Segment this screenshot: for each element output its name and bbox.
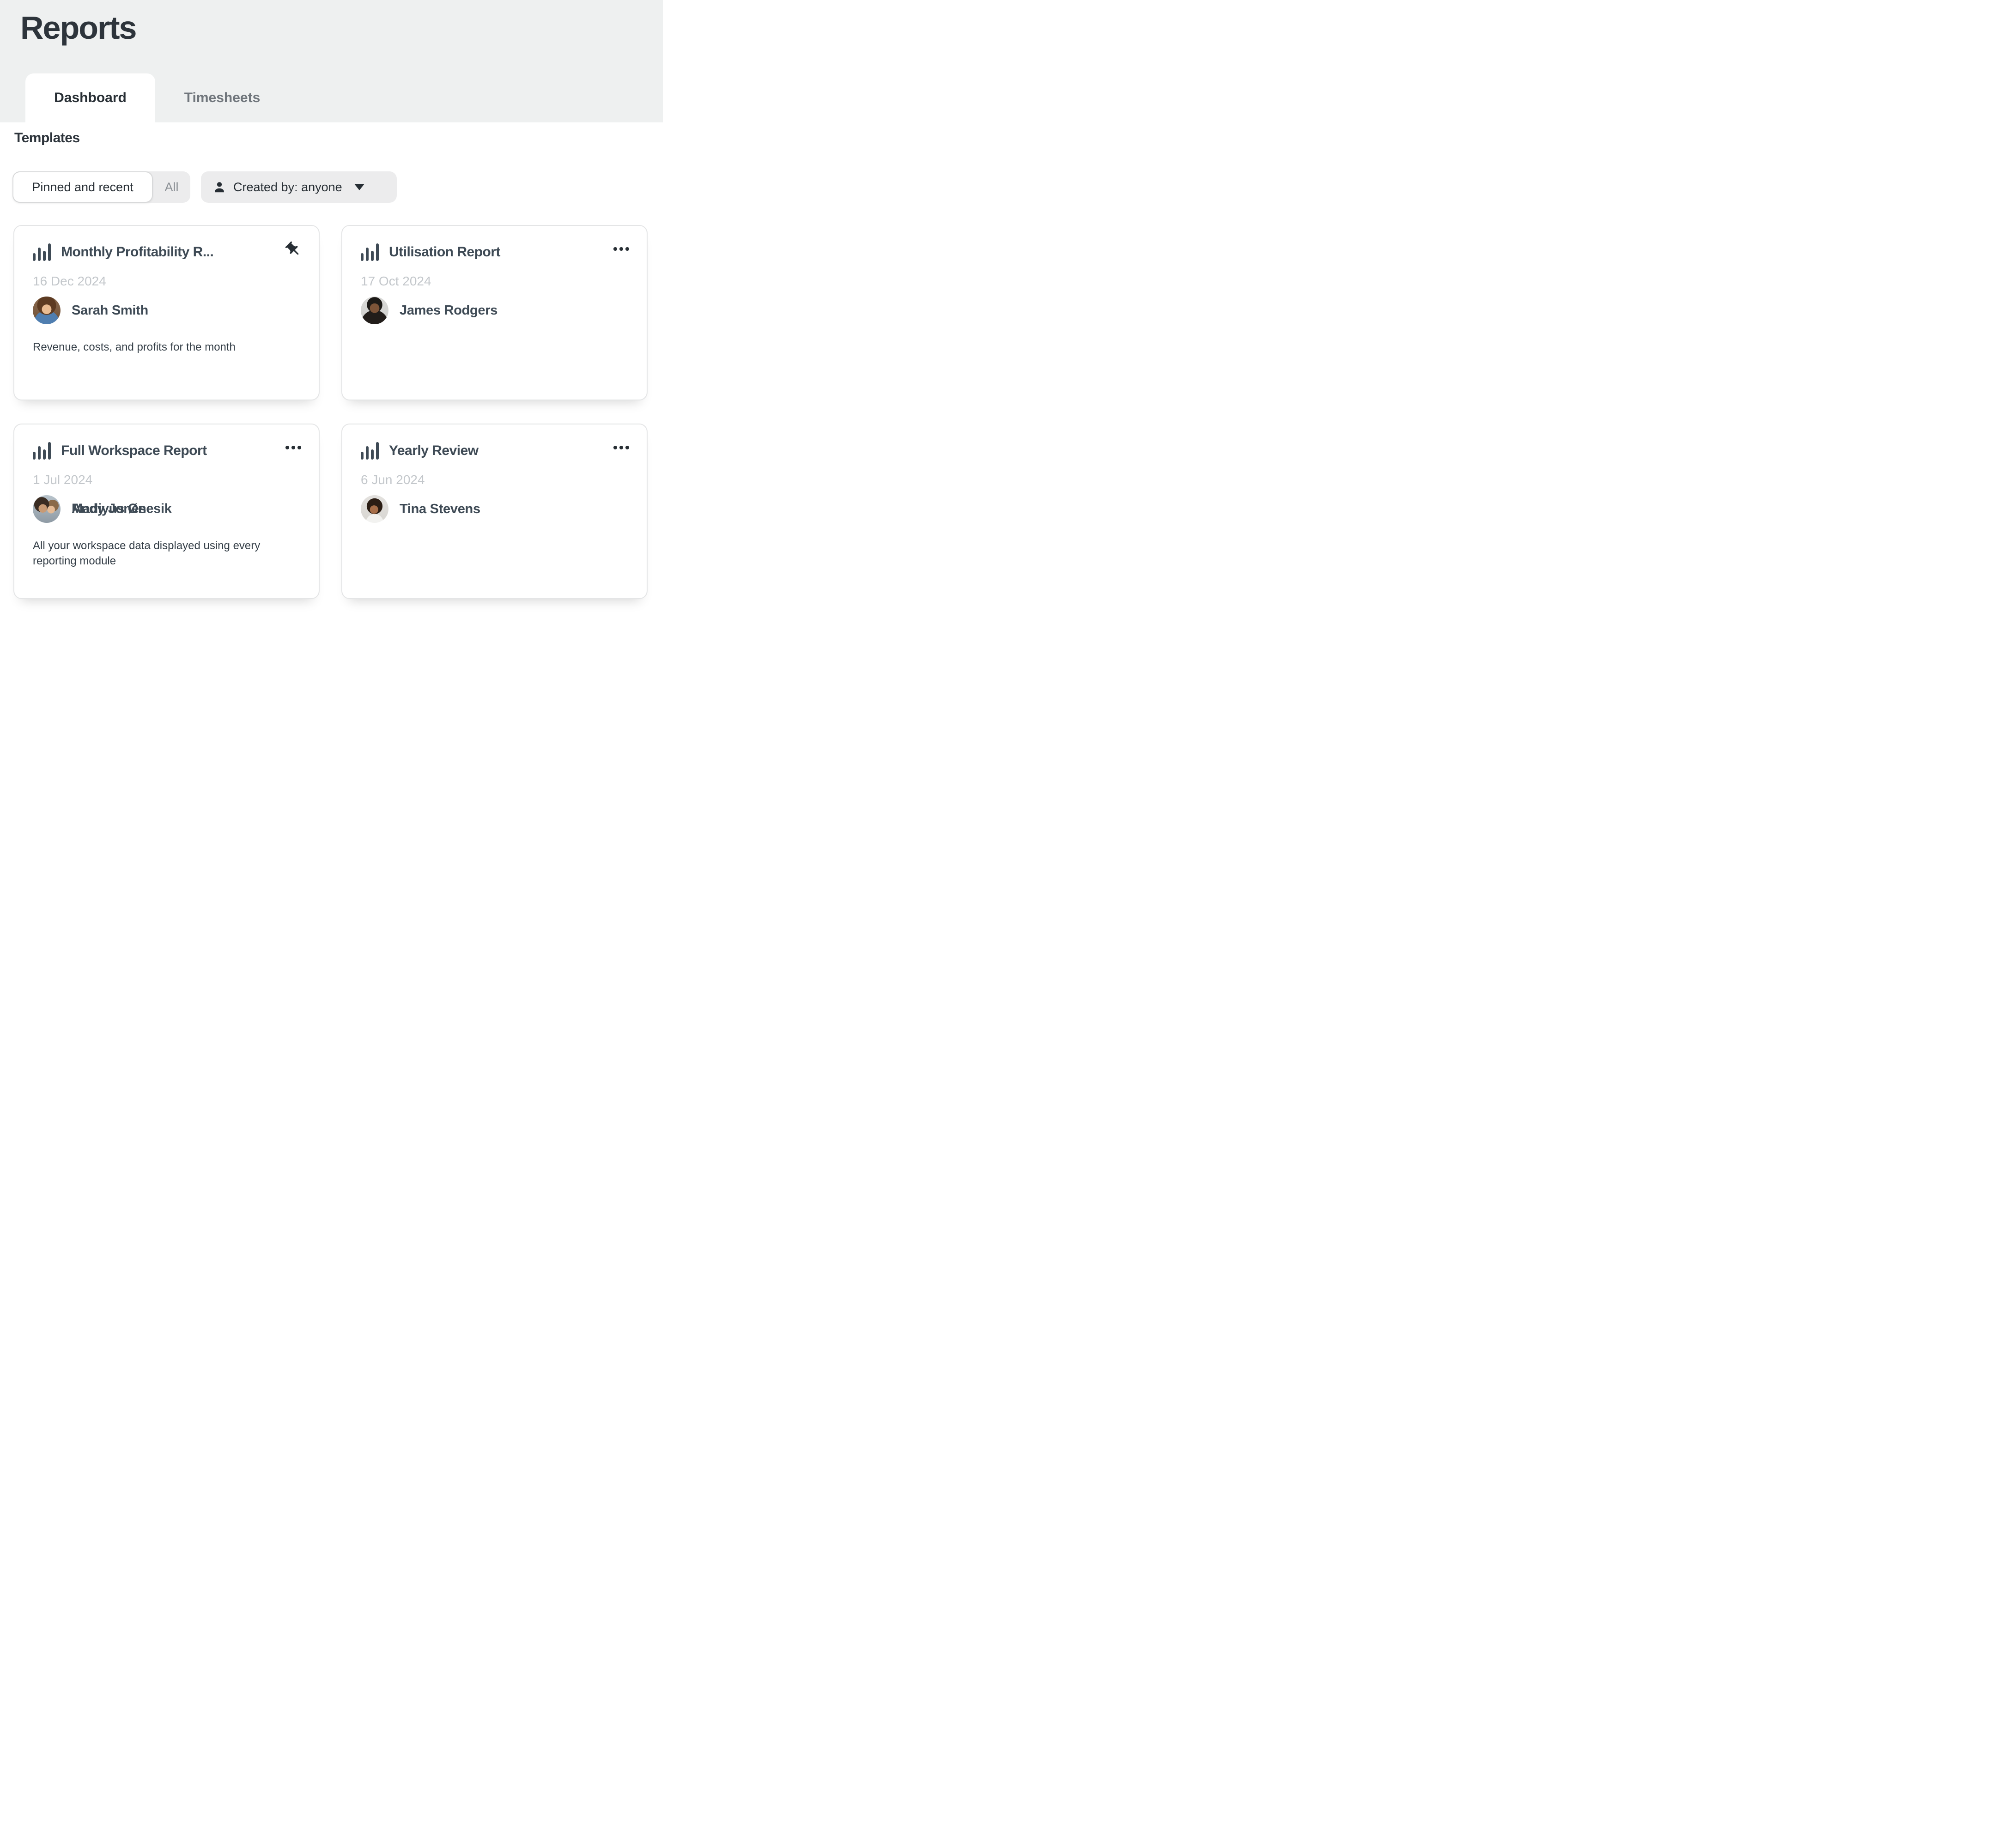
card-title: Yearly Review	[389, 443, 479, 459]
card-description: All your workspace data displayed using …	[33, 538, 300, 569]
chevron-down-icon	[354, 184, 364, 190]
card-date: 6 Jun 2024	[361, 473, 425, 487]
bar-chart-icon	[361, 243, 379, 261]
person-icon	[213, 181, 226, 194]
created-by-filter[interactable]: Created by: anyone	[201, 171, 397, 203]
report-card-full-workspace[interactable]: Full Workspace Report 1 Jul 2024 Andy Jo…	[13, 424, 320, 599]
reports-page: Reports Dashboard Timesheets Templates P…	[0, 0, 663, 616]
bar-chart-icon	[33, 442, 51, 460]
bar-chart-icon	[361, 442, 379, 460]
avatar	[361, 495, 388, 523]
tab-dashboard-label: Dashboard	[54, 90, 127, 106]
ellipsis-menu-icon[interactable]	[613, 446, 629, 449]
report-card-utilisation[interactable]: Utilisation Report 17 Oct 2024 James Rod…	[341, 225, 648, 400]
creator-name: Sarah Smith	[72, 303, 148, 318]
filter-all[interactable]: All	[153, 171, 190, 203]
pin-icon[interactable]	[285, 241, 302, 258]
avatar	[361, 297, 388, 324]
tab-dashboard[interactable]: Dashboard	[25, 73, 155, 122]
avatar	[33, 495, 61, 523]
tab-timesheets[interactable]: Timesheets	[155, 73, 289, 122]
card-title: Monthly Profitability R...	[61, 244, 213, 260]
report-card-monthly-profitability[interactable]: Monthly Profitability R... 16 Dec 2024 S…	[13, 225, 320, 400]
tab-timesheets-label: Timesheets	[184, 90, 261, 106]
report-card-yearly-review[interactable]: Yearly Review 6 Jun 2024 Tina Stevens	[341, 424, 648, 599]
filter-all-label: All	[164, 180, 178, 194]
filter-pinned-and-recent[interactable]: Pinned and recent	[12, 171, 153, 203]
filter-pinned-and-recent-label: Pinned and recent	[32, 180, 133, 194]
ellipsis-menu-icon[interactable]	[613, 247, 629, 251]
card-date: 1 Jul 2024	[33, 473, 92, 487]
creator-names-overlap: Andy Jones Madiyus Ønesik	[72, 495, 224, 523]
card-date: 17 Oct 2024	[361, 274, 431, 289]
avatar	[33, 297, 61, 324]
creator-name: James Rodgers	[400, 303, 497, 318]
creator-name: Tina Stevens	[400, 502, 480, 517]
templates-heading: Templates	[14, 130, 80, 146]
bar-chart-icon	[33, 243, 51, 261]
page-title: Reports	[20, 9, 136, 46]
card-date: 16 Dec 2024	[33, 274, 106, 289]
creator-name: Madiyus Ønesik	[72, 502, 172, 517]
card-title: Full Workspace Report	[61, 443, 207, 459]
created-by-label: Created by: anyone	[233, 180, 342, 194]
ellipsis-menu-icon[interactable]	[285, 446, 301, 449]
card-title: Utilisation Report	[389, 244, 500, 260]
card-description: Revenue, costs, and profits for the mont…	[33, 339, 300, 355]
segmented-filter: Pinned and recent All	[12, 171, 190, 203]
